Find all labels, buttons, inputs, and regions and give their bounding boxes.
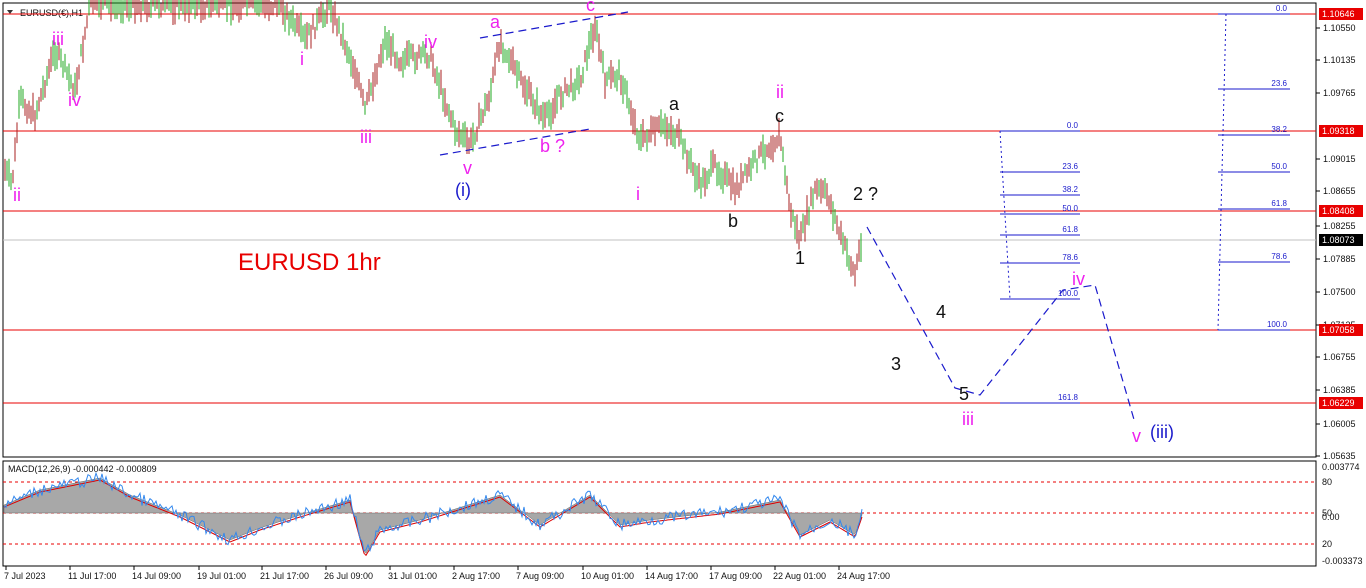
chart-root[interactable]: EURUSD(€),H1 0.023.638.250.061.878.6100.… — [0, 0, 1366, 588]
macd-axis: 0.00377480500.0020-0.003373 — [1322, 462, 1363, 566]
price-label: 1.09765 — [1323, 88, 1356, 98]
tag-106229: 1.06229 — [1322, 398, 1355, 408]
fib-left-label: 78.6 — [1062, 253, 1078, 262]
wave-1: 1 — [795, 248, 805, 268]
fib-right-label: 38.2 — [1271, 125, 1287, 134]
wave-c-magenta: c — [586, 0, 595, 15]
time-label: 14 Aug 17:00 — [645, 571, 698, 581]
price-tags: 1.10646 1.09318 1.08408 1.08073 1.07058 1.062… — [1319, 8, 1363, 409]
price-label: 1.09015 — [1323, 154, 1356, 164]
time-label: 26 Jul 09:00 — [324, 571, 373, 581]
fib-right-label: 100.0 — [1267, 320, 1288, 329]
fib-right-label: 50.0 — [1271, 162, 1287, 171]
price-label: 1.06385 — [1323, 385, 1356, 395]
price-label: 1.07500 — [1323, 287, 1356, 297]
wave-iii-mid: iii — [360, 127, 372, 147]
tag-106646: 1.10646 — [1322, 9, 1355, 19]
tag-108408: 1.08408 — [1322, 206, 1355, 216]
price-label: 1.07885 — [1323, 254, 1356, 264]
time-label: 24 Aug 17:00 — [837, 571, 890, 581]
time-label: 7 Jul 2023 — [4, 571, 46, 581]
fib-right-label: 61.8 — [1271, 199, 1287, 208]
wave-2-question: 2 ? — [853, 184, 878, 204]
fib-left-label: 23.6 — [1062, 162, 1078, 171]
fib-right-label: 23.6 — [1271, 79, 1287, 88]
wave-4: 4 — [936, 302, 946, 322]
wave-a-black: a — [669, 94, 680, 114]
wave-ii-left: ii — [13, 185, 21, 205]
wave-iii-projected: iii — [962, 409, 974, 429]
fib-right-label: 0.0 — [1276, 4, 1288, 13]
time-axis: 7 Jul 2023 11 Jul 17:00 14 Jul 09:00 19 Jul… — [4, 566, 890, 581]
time-label: 14 Jul 09:00 — [132, 571, 181, 581]
wave-i-lower: i — [636, 184, 640, 204]
wave-iii-left: iii — [52, 29, 64, 49]
wave-iii-blue: (iii) — [1150, 422, 1174, 442]
time-label: 10 Aug 01:00 — [581, 571, 634, 581]
time-label: 22 Aug 01:00 — [773, 571, 826, 581]
time-label: 21 Jul 17:00 — [260, 571, 309, 581]
chart-title: EURUSD 1hr — [238, 249, 381, 276]
price-label: 1.06755 — [1323, 352, 1356, 362]
wave-iv-left: iv — [68, 90, 81, 110]
price-label: 1.10550 — [1323, 23, 1356, 33]
fib-left-label: 161.8 — [1058, 393, 1079, 402]
wave-3: 3 — [891, 354, 901, 374]
price-label: 1.10135 — [1323, 55, 1356, 65]
wave-iv-projected: iv — [1072, 269, 1085, 289]
time-label: 2 Aug 17:00 — [452, 571, 500, 581]
wave-iv-mid: iv — [424, 32, 437, 52]
price-label: 1.05635 — [1323, 451, 1356, 461]
price-label: 1.08255 — [1323, 221, 1356, 231]
wave-b-black: b — [728, 211, 738, 231]
wave-b-question: b ? — [540, 136, 565, 156]
time-label: 11 Jul 17:00 — [68, 571, 116, 581]
macd-axis-label: 20 — [1322, 539, 1332, 549]
wave-c-black: c — [775, 106, 784, 126]
wave-i-blue: (i) — [455, 180, 471, 200]
time-label: 7 Aug 09:00 — [516, 571, 564, 581]
wave-a-magenta: a — [490, 12, 501, 32]
macd-axis-label: 0.003774 — [1322, 462, 1360, 472]
time-label: 19 Jul 01:00 — [197, 571, 246, 581]
main-chart-frame — [2, 2, 1317, 458]
symbol-header: EURUSD(€),H1 — [20, 8, 83, 18]
macd-header: MACD(12,26,9) -0.000442 -0.000809 — [8, 464, 157, 474]
wave-5: 5 — [959, 384, 969, 404]
price-label: 1.08655 — [1323, 186, 1356, 196]
fib-right-label: 78.6 — [1271, 252, 1287, 261]
macd-axis-label: 0.00 — [1322, 512, 1340, 522]
wave-i-top: i — [300, 49, 304, 69]
tag-107058: 1.07058 — [1322, 325, 1355, 335]
fib-left-label: 0.0 — [1067, 121, 1079, 130]
wave-v-mid: v — [463, 158, 472, 178]
tag-108073: 1.08073 — [1322, 235, 1355, 245]
time-label: 17 Aug 09:00 — [709, 571, 762, 581]
price-label: 1.06005 — [1323, 419, 1356, 429]
macd-axis-label: 80 — [1322, 477, 1332, 487]
wave-ii-magenta: ii — [776, 82, 784, 102]
tag-109318: 1.09318 — [1322, 126, 1355, 136]
fib-left-label: 38.2 — [1062, 185, 1078, 194]
macd-axis-label: -0.003373 — [1322, 556, 1363, 566]
fib-left-label: 50.0 — [1062, 204, 1078, 213]
fib-left-label: 100.0 — [1058, 289, 1079, 298]
fib-left-label: 61.8 — [1062, 225, 1078, 234]
time-label: 31 Jul 01:00 — [388, 571, 437, 581]
wave-v-projected: v — [1132, 426, 1141, 446]
